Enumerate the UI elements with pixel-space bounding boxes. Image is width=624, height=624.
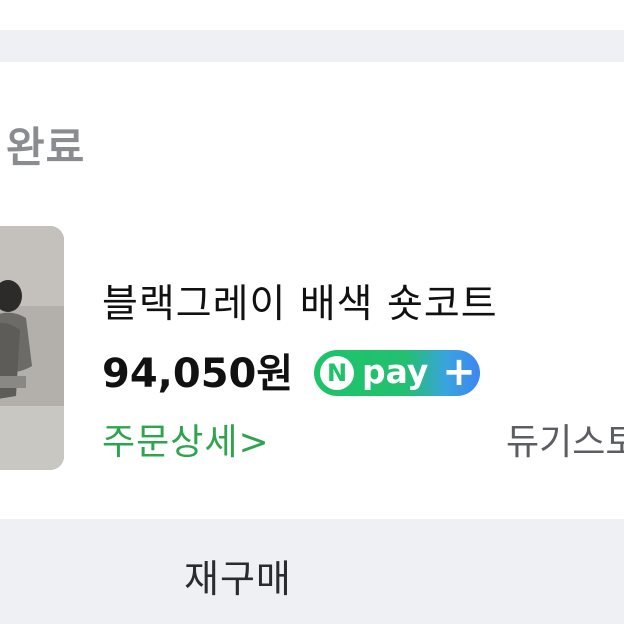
rebuy-button[interactable]: 재구매 — [184, 552, 292, 606]
order-status-label: 완료 — [6, 123, 86, 172]
order-detail-link[interactable]: 주문상세> — [102, 418, 270, 468]
top-strip — [0, 0, 624, 30]
npay-pay-text: pay — [362, 352, 429, 391]
product-price: 94,050원 — [102, 351, 294, 397]
seller-name[interactable]: 듀기스토 — [506, 418, 624, 468]
product-title[interactable]: 블랙그레이 배색 숏코트 — [102, 280, 498, 330]
plus-icon: + — [442, 350, 476, 395]
npay-n-icon: N — [320, 356, 354, 390]
product-thumbnail[interactable] — [0, 226, 64, 470]
npay-plus-badge: N pay + — [314, 350, 480, 396]
product-photo-icon — [0, 226, 64, 470]
